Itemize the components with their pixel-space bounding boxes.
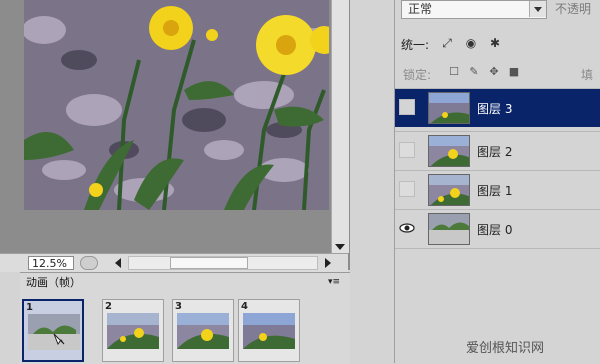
horizontal-scroll-thumb[interactable]	[170, 257, 248, 269]
layer-row[interactable]: 图层 1	[395, 170, 600, 209]
animation-panel: 动画（帧） ▾≡ 1 2 3 4	[20, 272, 350, 364]
layer-thumbnail	[428, 174, 470, 206]
frame-number: 4	[241, 301, 248, 312]
lock-all-icon[interactable]: ■	[507, 65, 521, 79]
zoom-level-field[interactable]: 12.5%	[28, 256, 74, 270]
animation-frame[interactable]: 4	[238, 299, 300, 362]
unify-visibility-icon[interactable]: ◉	[463, 35, 479, 51]
layer-row[interactable]: 图层 2	[395, 131, 600, 170]
unify-position-icon[interactable]: ⤢	[439, 35, 455, 51]
chevron-down-icon[interactable]	[529, 1, 546, 17]
scroll-down-icon[interactable]	[335, 244, 345, 250]
layer-thumbnail	[428, 213, 470, 245]
opacity-label: 不透明	[555, 2, 592, 16]
vertical-scrollbar[interactable]	[331, 0, 349, 253]
divider	[395, 248, 600, 249]
layer-name: 图层 2	[477, 145, 513, 159]
layer-name: 图层 1	[477, 184, 513, 198]
lock-transparent-icon[interactable]: ☐	[447, 65, 461, 79]
watermark: 爱创根知识网	[466, 341, 545, 356]
animation-panel-tab[interactable]: 动画（帧）	[26, 275, 81, 291]
status-menu-icon[interactable]	[80, 256, 98, 270]
blend-mode-select[interactable]: 正常	[401, 0, 547, 19]
unify-style-icon[interactable]: ✱	[487, 35, 503, 51]
status-bar: 12.5%	[0, 253, 348, 272]
eye-icon[interactable]	[399, 220, 415, 236]
layer-name: 图层 0	[477, 223, 513, 237]
layer-name: 图层 3	[477, 102, 513, 116]
frame-number: 2	[105, 301, 112, 312]
canvas-image[interactable]	[24, 0, 329, 210]
layers-panel: 正常 不透明 统一: ⤢ ◉ ✱ 锁定: ☐ ✎ ✥ ■ 填 图层 3 图层 2…	[394, 0, 600, 363]
frame-number: 3	[175, 301, 182, 312]
frame-thumbnail	[107, 313, 159, 349]
frame-thumbnail	[177, 313, 229, 349]
animation-frame[interactable]: 3	[172, 299, 234, 362]
layer-thumbnail	[428, 92, 470, 124]
scroll-left-icon[interactable]	[110, 255, 126, 271]
layer-row[interactable]: 图层 0	[395, 209, 600, 248]
lock-brush-icon[interactable]: ✎	[467, 65, 481, 79]
layer-thumbnail	[428, 135, 470, 167]
visibility-toggle[interactable]	[399, 142, 415, 158]
animation-frame[interactable]: 1	[22, 299, 84, 362]
fill-label: 填	[581, 68, 594, 82]
animation-frame[interactable]: 2	[102, 299, 164, 362]
frame-thumbnail	[243, 313, 295, 349]
visibility-toggle[interactable]	[399, 99, 415, 115]
scroll-right-icon[interactable]	[320, 255, 336, 271]
frame-thumbnail	[28, 314, 80, 350]
frame-number: 1	[26, 302, 33, 313]
unify-label: 统一:	[401, 38, 430, 52]
lock-label: 锁定:	[403, 68, 432, 82]
visibility-toggle[interactable]	[399, 181, 415, 197]
panel-menu-icon[interactable]: ▾≡	[326, 277, 342, 287]
layer-row[interactable]: 图层 3	[395, 88, 600, 127]
document-window: 12.5%	[0, 0, 350, 272]
lock-move-icon[interactable]: ✥	[487, 65, 501, 79]
